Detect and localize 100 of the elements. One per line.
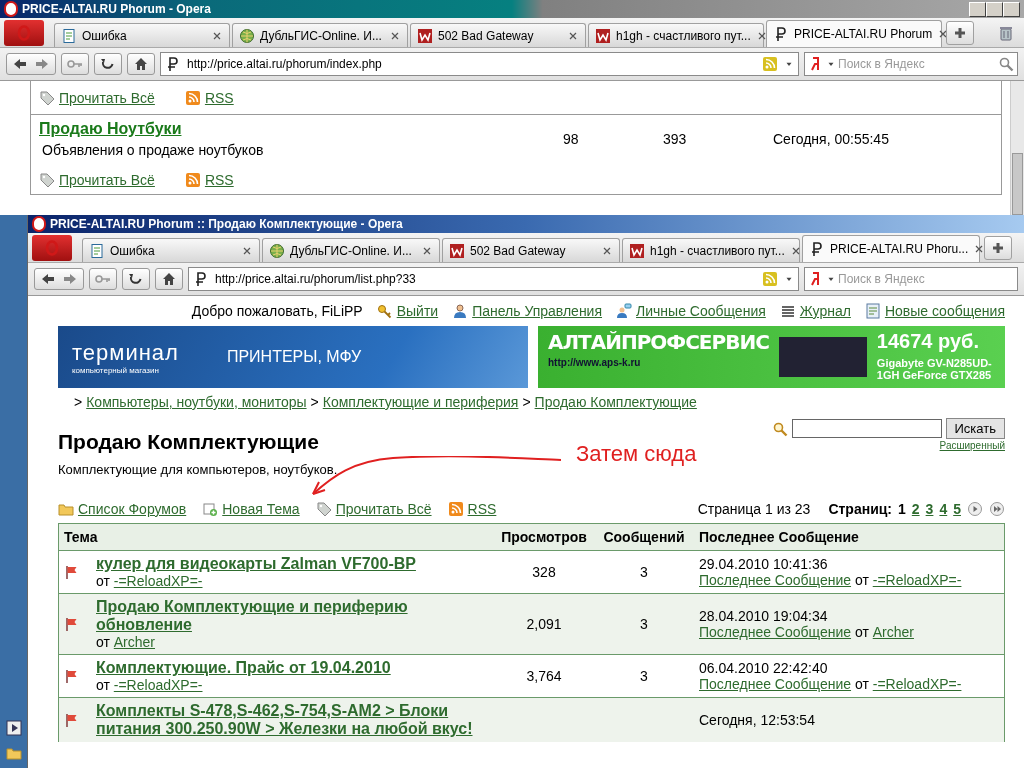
last-page-icon[interactable] [989,501,1005,517]
opera-menu-button[interactable] [32,234,72,261]
key-icon [376,303,393,319]
user-menu-link[interactable]: Выйти [396,303,439,319]
minimize-button[interactable] [969,1,986,17]
forum-action-link[interactable]: RSS [467,501,497,517]
search-box[interactable]: Поиск в Яндекс [804,267,1018,291]
page-link[interactable]: 2 [911,501,920,517]
address-field[interactable]: http://price.altai.ru/phorum/index.php [160,52,799,76]
last-post-link[interactable]: Последнее Сообщение [699,676,852,692]
opera-logo-icon [4,1,18,17]
site-logo-icon [417,27,433,44]
back-forward-buttons[interactable] [6,53,56,75]
next-page-icon[interactable] [967,501,983,517]
search-icon[interactable] [998,56,1014,72]
scrollbar[interactable] [1010,81,1024,215]
page-link[interactable]: 4 [939,501,948,517]
author-link[interactable]: Archer [113,634,155,650]
user-menu-link[interactable]: Новые сообщения [884,303,1005,319]
breadcrumb-separator: > [522,394,531,412]
last-post-link[interactable]: Последнее Сообщение [699,572,852,588]
user-menu-link[interactable]: Личные Сообщения [636,303,766,319]
by-label: от [96,677,110,693]
reload-icon[interactable] [100,56,116,72]
author-link[interactable]: Archer [872,624,914,640]
breadcrumb-link[interactable]: Комплектующие и периферия [322,394,519,412]
new-topic-icon [202,501,219,517]
site-logo-icon [595,27,611,44]
breadcrumb-separator: > [74,394,83,412]
topic-title-link[interactable]: Продаю Комплектующие и периферию обновление [96,598,489,634]
browser-tab[interactable]: ДубльГИС-Online. И... [232,23,408,47]
forward-icon[interactable] [62,271,78,287]
column-header: Последнее Сообщение [694,523,1005,551]
page-link[interactable]: 3 [925,501,934,517]
advanced-search-link[interactable]: Расширенный [939,440,1005,451]
search-icon [771,420,788,437]
close-button[interactable] [1003,1,1020,17]
author-link[interactable]: -=ReloadXP=- [872,676,962,692]
forum-action-link[interactable]: Новая Тема [222,501,300,517]
browser-tab[interactable]: h1gh - счастливого пут... [622,238,800,262]
trash-icon[interactable] [998,24,1014,41]
browser-tab[interactable]: 502 Bad Gateway [410,23,586,47]
back-icon[interactable] [40,271,56,287]
window-title: PRICE-ALTAI.RU Phorum :: Продаю Комплектующие - Opera [50,217,404,231]
last-post-link[interactable]: Последнее Сообщение [699,624,852,640]
banner-price: 14674 руб. [876,330,980,353]
new-tab-button[interactable] [946,21,974,45]
browser-tab[interactable]: Ошибка [54,23,230,47]
site-logo-icon [629,242,645,259]
home-icon[interactable] [133,56,149,72]
forum-action-link[interactable]: RSS [204,172,234,188]
page-link[interactable]: 5 [953,501,961,517]
browser-tab[interactable]: PRICE-ALTAI.RU Phoru... [802,235,980,262]
browser-tab[interactable]: 502 Bad Gateway [442,238,620,262]
opera-menu-button[interactable] [4,19,44,46]
store-banner[interactable]: АЛТАЙПРОФСЕРВИС 14674 руб. http://www.aps-k.ru Gigabyte GV-N285UD-1GH GeForce GTX285 [538,326,1005,388]
maximize-button[interactable] [986,1,1003,17]
forum-action-link[interactable]: Прочитать Всё [59,90,155,106]
page-icon [89,242,105,259]
topic-title-link[interactable]: кулер для видеокарты Zalman VF700-BP [96,555,416,573]
forward-icon[interactable] [34,56,50,72]
browser-tab[interactable]: h1gh - счастливого пут... [588,23,764,47]
author-link[interactable]: -=ReloadXP=- [872,572,962,588]
store-banner[interactable]: терминал компьютерный магазин ПРИНТЕРЫ, МФУ [58,326,528,388]
user-menu-link[interactable]: Журнал [799,303,851,319]
home-icon[interactable] [161,271,177,287]
forum-action-link[interactable]: Прочитать Всё [335,501,432,517]
desktop-shortcut-icon[interactable] [6,720,22,736]
last-post-time: 28.04.2010 19:04:34 [699,608,829,624]
new-tab-button[interactable] [984,236,1012,260]
breadcrumb-link[interactable]: Компьютеры, ноутбуки, мониторы [86,394,307,412]
topic-title-link[interactable]: Комплектующие. Прайс от 19.04.2010 [96,659,391,677]
back-icon[interactable] [12,56,28,72]
plus-icon [952,25,968,41]
rss-icon [184,90,201,106]
search-field[interactable] [791,419,942,438]
view-count: 328 [532,564,556,580]
author-link[interactable]: -=ReloadXP=- [113,677,203,693]
search-box[interactable]: Поиск в Яндекс [804,52,1018,76]
desktop-folder-icon[interactable] [6,745,22,761]
forum-action-link[interactable]: Список Форумов [78,501,187,517]
browser-tab[interactable]: ДубльГИС-Online. И... [262,238,440,262]
breadcrumb-link[interactable]: Продаю Комплектующие [534,394,697,412]
opera-logo-icon [16,24,32,41]
user-menu-link[interactable]: Панель Управления [472,303,603,319]
address-field[interactable]: http://price.altai.ru/phorum/list.php?33 [188,267,799,291]
forum-action-link[interactable]: Прочитать Всё [59,172,155,188]
tag-icon [39,172,55,188]
back-forward-buttons[interactable] [34,268,84,290]
forum-title-link[interactable]: Продаю Ноутбуки [39,120,182,137]
search-button[interactable]: Искать [945,418,1005,439]
page-link[interactable]: 1 [898,501,906,517]
forum-action-link[interactable]: RSS [204,90,234,106]
opera-logo-icon [32,216,46,232]
reload-icon[interactable] [128,271,144,287]
author-link[interactable]: -=ReloadXP=- [113,573,203,589]
view-count: 3,764 [526,668,562,684]
browser-tab[interactable]: Ошибка [82,238,260,262]
globe-icon [239,27,255,44]
last-post-time: Сегодня, 12:53:54 [699,712,816,728]
